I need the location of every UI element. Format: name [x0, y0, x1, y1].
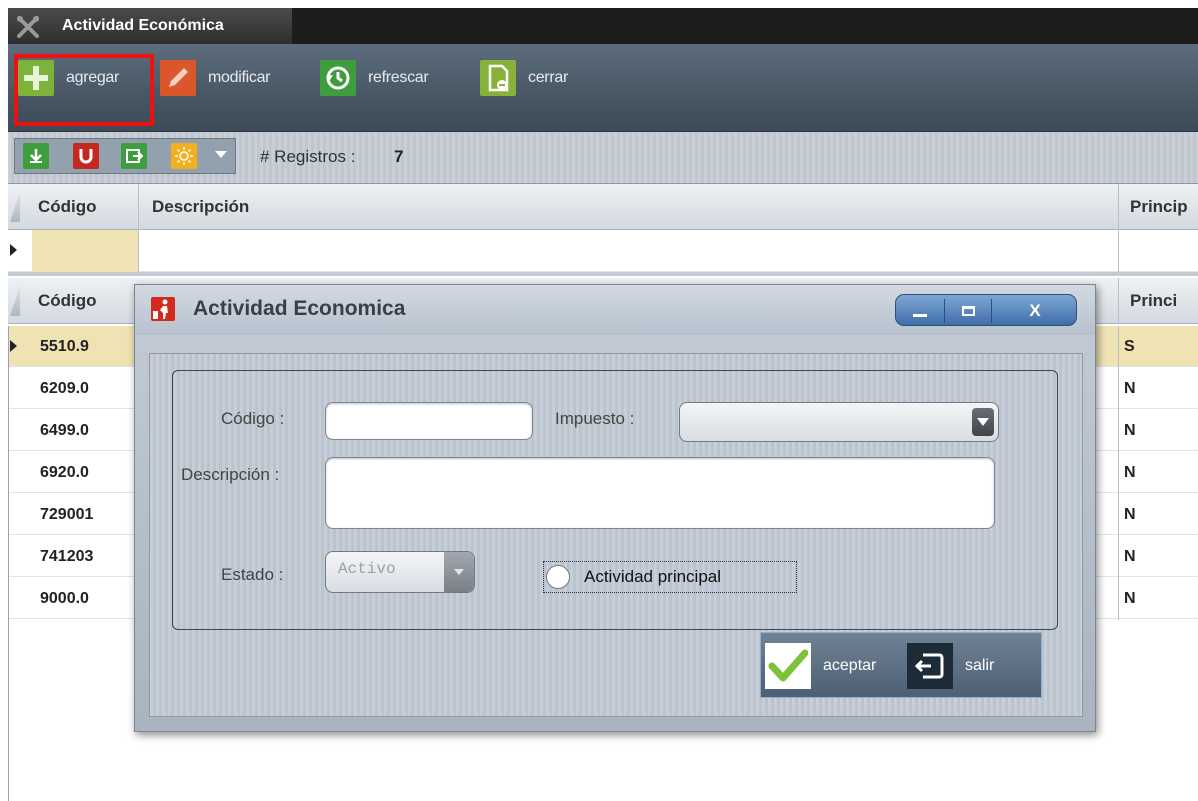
edit-label: modificar: [208, 69, 271, 86]
actividad-dialog: Actividad Economica X Código : Impuesto …: [134, 284, 1096, 732]
estado-select[interactable]: Activo: [325, 551, 475, 593]
impuesto-label: Impuesto :: [555, 409, 635, 428]
dialog-actions: aceptar salir: [760, 632, 1042, 698]
descripcion-label: Descripción :: [181, 465, 280, 484]
dialog-title: Actividad Economica: [193, 297, 406, 320]
grid-download-icon[interactable]: [23, 143, 49, 169]
exit-button[interactable]: salir: [907, 643, 994, 689]
row-principal: N: [1124, 590, 1136, 607]
magnet-icon[interactable]: [73, 143, 99, 169]
column-divider: [1118, 184, 1119, 230]
filter-row[interactable]: [8, 230, 1198, 272]
chevron-down-icon: [444, 552, 474, 592]
grid-corner: [10, 192, 20, 222]
descripcion-input[interactable]: [325, 457, 995, 529]
grid-left-border: [8, 326, 9, 801]
tools-icon: [17, 16, 39, 38]
exit-label: salir: [965, 657, 995, 674]
app-window: Actividad Económica agregar modificar re…: [0, 0, 1198, 801]
row-principal: N: [1124, 422, 1136, 439]
actividad-principal-option[interactable]: Actividad principal: [543, 561, 797, 593]
row-principal: N: [1124, 506, 1136, 523]
top-grid: Código Descripción Princip: [8, 184, 1198, 276]
minimize-button[interactable]: [896, 295, 944, 325]
add-button-highlight: [14, 54, 154, 126]
accept-button[interactable]: aceptar: [765, 643, 876, 689]
actividad-principal-checkbox[interactable]: [546, 565, 570, 589]
edit-button[interactable]: modificar: [160, 58, 271, 98]
secondary-toolbar: # Registros : 7: [8, 132, 1198, 184]
window-controls: X: [895, 294, 1077, 326]
exit-door-icon: [907, 643, 953, 689]
close-label: cerrar: [528, 69, 568, 86]
column-divider: [1118, 326, 1119, 620]
row-selector-icon: [10, 340, 34, 352]
accept-label: aceptar: [823, 657, 877, 674]
records-label: # Registros :: [260, 147, 356, 166]
close-icon: X: [1029, 301, 1041, 320]
estado-value: Activo: [338, 560, 396, 578]
title-bar: Actividad Económica: [8, 8, 1198, 44]
row-code: 741203: [40, 548, 94, 565]
form-group: Código : Impuesto : Descripción : Estado…: [172, 370, 1058, 630]
chevron-down-icon: [972, 408, 994, 436]
maximize-icon: [961, 306, 975, 316]
estado-label: Estado :: [221, 565, 284, 584]
person-door-icon: [151, 297, 175, 321]
grid-actions-bar: [14, 138, 236, 174]
close-button[interactable]: cerrar: [480, 58, 568, 98]
row-code: 729001: [40, 506, 94, 523]
minimize-icon: [913, 313, 927, 317]
column-descripcion[interactable]: Descripción: [152, 197, 249, 217]
column-codigo[interactable]: Código: [38, 291, 97, 311]
maximize-button[interactable]: [945, 295, 991, 325]
column-principal[interactable]: Princi: [1130, 291, 1177, 311]
row-principal: N: [1124, 464, 1136, 481]
column-principal[interactable]: Princip: [1130, 197, 1188, 217]
records-count: 7: [394, 147, 404, 166]
pencil-icon: [160, 60, 196, 96]
refresh-clock-icon: [320, 60, 356, 96]
window-tab[interactable]: Actividad Económica: [8, 8, 292, 44]
top-grid-header: Código Descripción Princip: [8, 184, 1198, 230]
dialog-title-bar[interactable]: Actividad Economica X: [135, 285, 1095, 335]
grid-corner: [10, 286, 20, 316]
row-code: 6920.0: [40, 464, 89, 481]
actividad-principal-label: Actividad principal: [584, 567, 722, 586]
window-title: Actividad Económica: [62, 17, 224, 34]
row-principal: N: [1124, 380, 1136, 397]
codigo-label: Código :: [221, 409, 285, 428]
column-divider: [138, 184, 139, 230]
row-principal: S: [1124, 338, 1135, 355]
row-selector-icon: [10, 244, 34, 256]
filter-cell-codigo[interactable]: [32, 230, 138, 272]
export-icon[interactable]: [121, 143, 147, 169]
codigo-input[interactable]: [325, 402, 533, 440]
row-code: 9000.0: [40, 590, 89, 607]
row-code: 6499.0: [40, 422, 89, 439]
impuesto-select[interactable]: [679, 402, 999, 442]
row-principal: N: [1124, 548, 1136, 565]
grid-separator: [8, 272, 1198, 276]
refresh-label: refrescar: [368, 69, 429, 86]
close-window-button[interactable]: X: [992, 295, 1076, 325]
dialog-body: Código : Impuesto : Descripción : Estado…: [149, 353, 1083, 717]
main-toolbar: agregar modificar refrescar cerrar: [8, 44, 1198, 132]
column-codigo[interactable]: Código: [38, 197, 97, 217]
sun-icon[interactable]: [171, 143, 197, 169]
row-code: 5510.9: [40, 338, 89, 355]
column-divider: [138, 230, 139, 272]
row-code: 6209.0: [40, 380, 89, 397]
checkmark-icon: [765, 643, 811, 689]
chevron-down-icon[interactable]: [215, 151, 227, 158]
document-close-icon: [480, 60, 516, 96]
column-divider: [1118, 230, 1119, 272]
refresh-button[interactable]: refrescar: [320, 58, 429, 98]
column-divider: [1118, 278, 1119, 324]
